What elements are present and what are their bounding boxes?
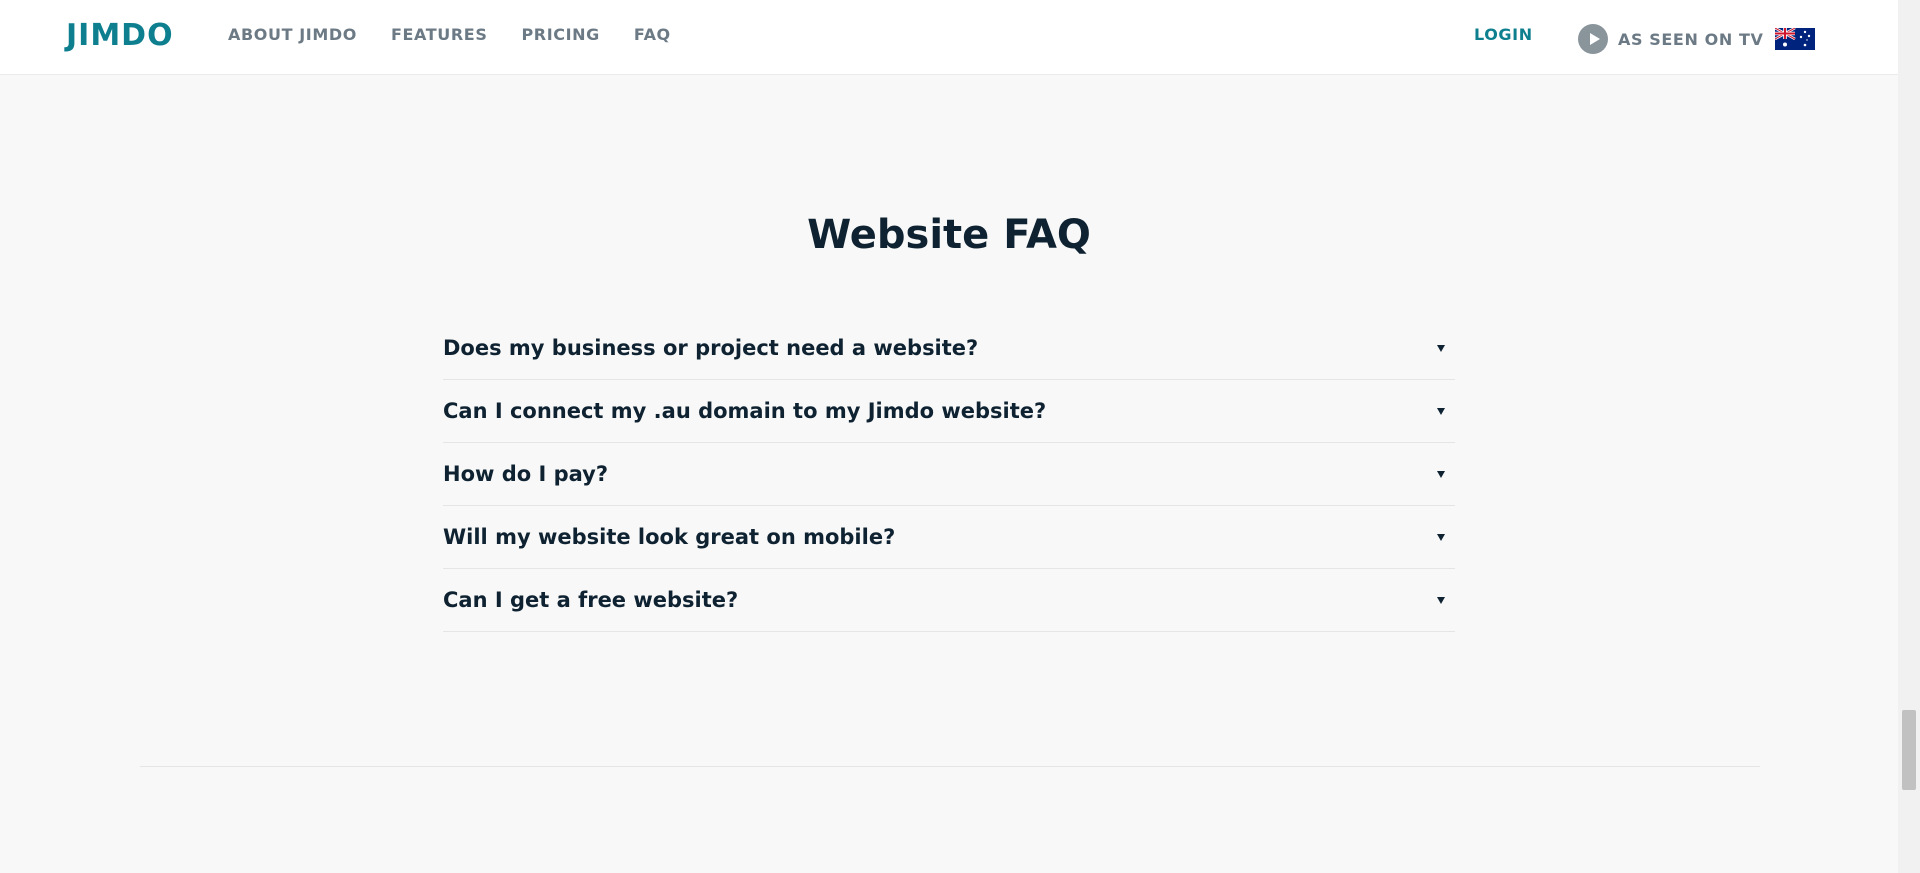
jimdo-logo[interactable]: JIMDO — [66, 18, 174, 53]
faq-item-need-website[interactable]: Does my business or project need a websi… — [443, 317, 1455, 380]
faq-title: Website FAQ — [807, 212, 1091, 258]
as-seen-on-tv-label: AS SEEN ON TV — [1618, 29, 1764, 49]
caret-down-icon — [1437, 470, 1445, 478]
faq-question: Will my website look great on mobile? — [443, 525, 896, 549]
faq-list: Does my business or project need a websi… — [443, 317, 1455, 632]
faq-question: Does my business or project need a websi… — [443, 336, 979, 360]
play-icon — [1578, 24, 1608, 54]
scrollbar-thumb[interactable] — [1902, 710, 1916, 790]
faq-item-au-domain[interactable]: Can I connect my .au domain to my Jimdo … — [443, 380, 1455, 443]
login-link[interactable]: LOGIN — [1474, 25, 1533, 44]
main-nav: ABOUT JIMDO FEATURES PRICING FAQ — [228, 25, 705, 44]
nav-faq[interactable]: FAQ — [634, 25, 671, 44]
faq-item-free-website[interactable]: Can I get a free website? — [443, 569, 1455, 632]
nav-features[interactable]: FEATURES — [391, 25, 487, 44]
site-header: JIMDO ABOUT JIMDO FEATURES PRICING FAQ L… — [0, 0, 1898, 75]
caret-down-icon — [1437, 596, 1445, 604]
australia-flag-icon[interactable] — [1775, 28, 1816, 50]
caret-down-icon — [1437, 533, 1445, 541]
faq-question: Can I connect my .au domain to my Jimdo … — [443, 399, 1047, 423]
faq-item-mobile[interactable]: Will my website look great on mobile? — [443, 506, 1455, 569]
logo-text: JIMDO — [66, 18, 174, 53]
caret-down-icon — [1437, 407, 1445, 415]
faq-question: Can I get a free website? — [443, 588, 739, 612]
nav-pricing[interactable]: PRICING — [521, 25, 599, 44]
section-divider — [140, 766, 1760, 767]
nav-about-jimdo[interactable]: ABOUT JIMDO — [228, 25, 357, 44]
caret-down-icon — [1437, 344, 1445, 352]
as-seen-on-tv-button[interactable]: AS SEEN ON TV — [1578, 24, 1816, 54]
faq-question: How do I pay? — [443, 462, 609, 486]
faq-item-how-pay[interactable]: How do I pay? — [443, 443, 1455, 506]
page-scrollbar[interactable] — [1898, 0, 1920, 873]
